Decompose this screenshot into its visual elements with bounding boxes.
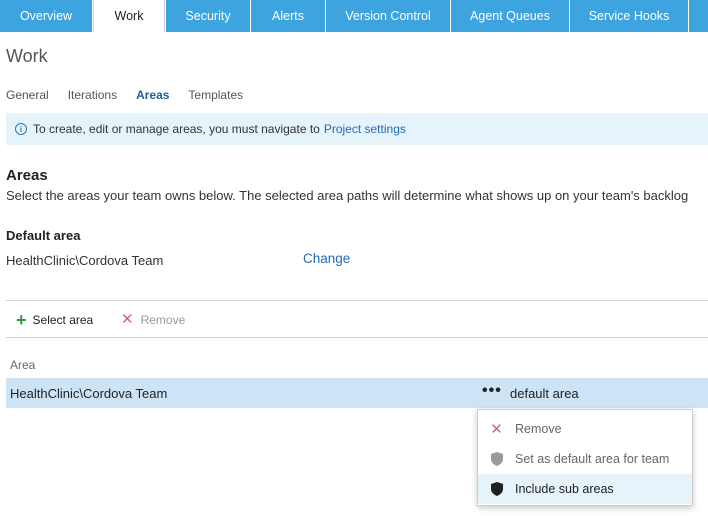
table-row[interactable]: HealthClinic\Cordova Team ••• default ar…: [6, 378, 708, 408]
tab-alerts[interactable]: Alerts: [251, 0, 325, 32]
menu-item-label: Remove: [515, 422, 562, 436]
subnav-areas[interactable]: Areas: [136, 88, 169, 104]
menu-item-label: Set as default area for team: [515, 452, 670, 466]
subnav-templates[interactable]: Templates: [188, 88, 243, 104]
menu-item-remove[interactable]: ✕ Remove: [478, 414, 692, 444]
areas-description: Select the areas your team owns below. T…: [6, 188, 689, 203]
default-area-tag: default area: [510, 386, 579, 401]
areas-heading: Areas: [6, 167, 48, 184]
change-default-area-link[interactable]: Change: [303, 251, 350, 266]
subnav-general[interactable]: General: [6, 88, 49, 104]
project-settings-link[interactable]: Project settings: [324, 122, 406, 136]
sub-navigation: General Iterations Areas Templates: [6, 88, 262, 104]
row-context-menu: ✕ Remove Set as default area for team In…: [477, 409, 693, 506]
subnav-iterations[interactable]: Iterations: [68, 88, 117, 104]
remove-x-icon: ✕: [121, 311, 134, 328]
shield-gray-icon: [478, 452, 515, 466]
top-tab-bar: Overview Work Security Alerts Version Co…: [0, 0, 708, 32]
info-text: To create, edit or manage areas, you mus…: [33, 122, 320, 136]
remove-button[interactable]: ✕ Remove: [121, 311, 185, 329]
tab-overview[interactable]: Overview: [0, 0, 92, 32]
info-banner: i To create, edit or manage areas, you m…: [6, 113, 708, 145]
tab-service-hooks[interactable]: Service Hooks: [570, 0, 688, 32]
menu-item-include-sub-areas[interactable]: Include sub areas: [478, 474, 692, 504]
area-path: HealthClinic\Cordova Team: [10, 386, 168, 401]
tab-agent-queues[interactable]: Agent Queues: [451, 0, 569, 32]
area-column-header: Area: [10, 358, 36, 372]
select-area-button[interactable]: + Select area: [16, 311, 93, 329]
tab-work[interactable]: Work: [93, 0, 165, 32]
divider: [6, 337, 708, 338]
menu-item-set-default[interactable]: Set as default area for team: [478, 444, 692, 474]
default-area-label: Default area: [6, 228, 81, 243]
more-actions-icon[interactable]: •••: [482, 382, 502, 400]
page-title: Work: [6, 46, 48, 66]
shield-dark-icon: [478, 482, 515, 496]
default-area-value: HealthClinic\Cordova Team: [6, 253, 164, 268]
plus-icon: +: [16, 310, 27, 330]
tab-version-control[interactable]: Version Control: [326, 0, 450, 32]
info-icon: i: [15, 123, 27, 135]
tab-overflow[interactable]: [689, 0, 708, 32]
select-area-label: Select area: [32, 313, 94, 327]
menu-item-label: Include sub areas: [515, 482, 614, 496]
remove-label: Remove: [140, 313, 186, 327]
tab-security[interactable]: Security: [166, 0, 250, 32]
remove-x-icon: ✕: [490, 421, 503, 438]
divider: [6, 300, 708, 301]
